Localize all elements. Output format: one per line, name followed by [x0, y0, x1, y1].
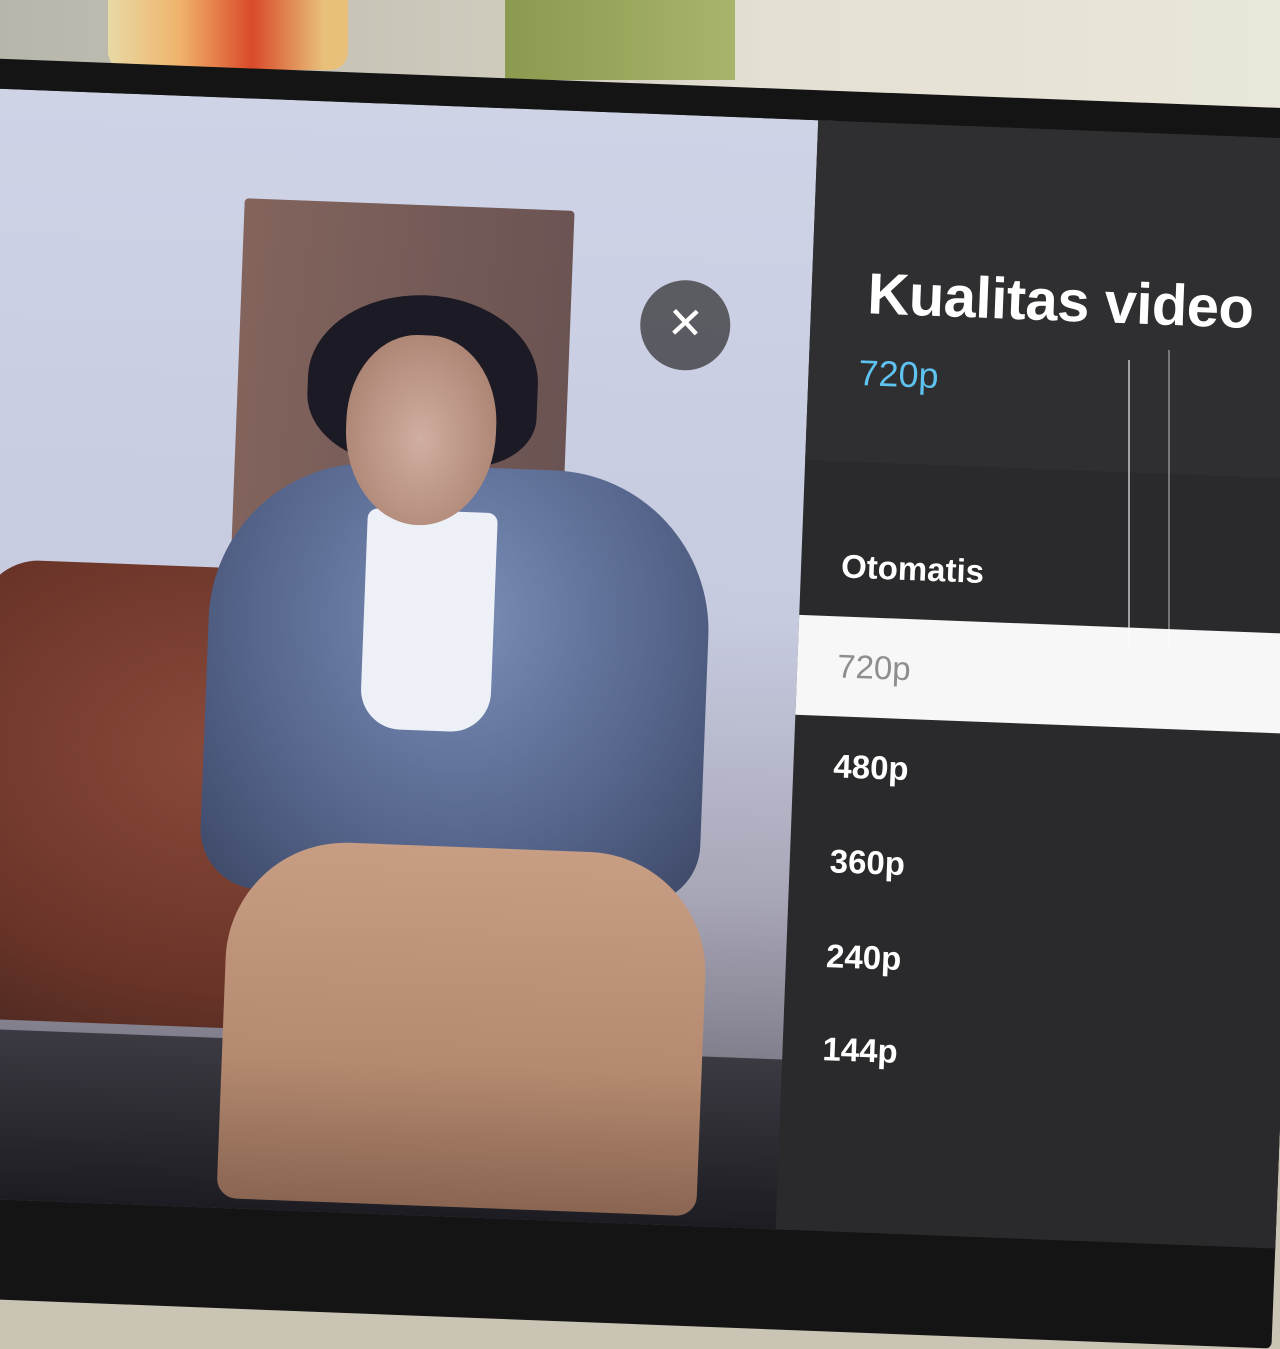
quality-option-auto[interactable]: Otomatis: [799, 515, 1280, 634]
quality-option-720p[interactable]: 720p: [795, 614, 1280, 734]
current-quality: 720p: [857, 351, 940, 397]
panel-title: Kualitas video: [866, 261, 1255, 342]
quality-panel: Kualitas video 720p Otomatis 720p 480p 3…: [775, 120, 1280, 1249]
video-player[interactable]: [0, 88, 839, 1231]
tv-screen: ✕ Kualitas video 720p Otomatis 720p 480p…: [0, 88, 1280, 1249]
tv-bezel: ✕ Kualitas video 720p Otomatis 720p 480p…: [0, 58, 1280, 1349]
quality-option-144p[interactable]: 144p: [781, 998, 1280, 1117]
background-cup: [108, 0, 348, 70]
background-box: [505, 0, 735, 80]
video-person-legs: [216, 838, 710, 1217]
screen-glare-secondary: [1168, 350, 1170, 650]
close-icon: ✕: [665, 298, 705, 349]
video-person-shirt: [359, 508, 498, 734]
screen-glare: [1128, 360, 1130, 650]
quality-panel-header: Kualitas video 720p: [805, 120, 1280, 480]
